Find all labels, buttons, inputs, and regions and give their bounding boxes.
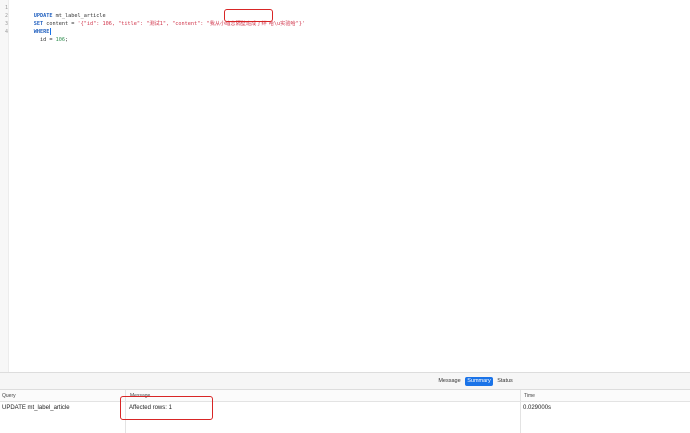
code-line-1: UPDATE mt_label_article <box>15 4 106 19</box>
line-number: 3 <box>4 21 8 27</box>
table-cell-query[interactable]: UPDATE mt_label_article <box>0 403 122 413</box>
sql-editor[interactable]: 1 2 3 4 UPDATE mt_label_article SET cont… <box>0 0 690 372</box>
result-grid: Query Message Time UPDATE mt_label_artic… <box>0 390 690 433</box>
sql-text: id = <box>33 37 56 43</box>
line-number-gutter <box>0 0 9 372</box>
line-number: 2 <box>4 13 8 19</box>
line-number: 1 <box>4 5 8 11</box>
annotation-highlight-box <box>120 396 213 420</box>
tab-summary[interactable]: Summary <box>465 377 493 386</box>
column-header-time[interactable]: Time <box>522 390 690 402</box>
column-header-query[interactable]: Query <box>0 390 120 402</box>
grid-header: Query Message Time <box>0 390 690 402</box>
sql-text: ; <box>65 37 69 43</box>
line-number: 4 <box>4 29 8 35</box>
code-line-3: WHERE <box>15 20 52 35</box>
annotation-highlight-box <box>224 9 273 22</box>
sql-number: 106 <box>55 37 65 43</box>
code-line-4: id = 106; <box>15 28 68 43</box>
sql-string-highlighted: 哈\u实验哈"}' <box>268 21 306 27</box>
tab-status[interactable]: Status <box>495 377 515 386</box>
table-cell-time[interactable]: 0.029000s <box>521 403 681 413</box>
result-tabs: Message Summary Status <box>0 372 690 390</box>
tab-message[interactable]: Message <box>437 377 462 386</box>
query-editor-window: 1 2 3 4 UPDATE mt_label_article SET cont… <box>0 0 690 433</box>
